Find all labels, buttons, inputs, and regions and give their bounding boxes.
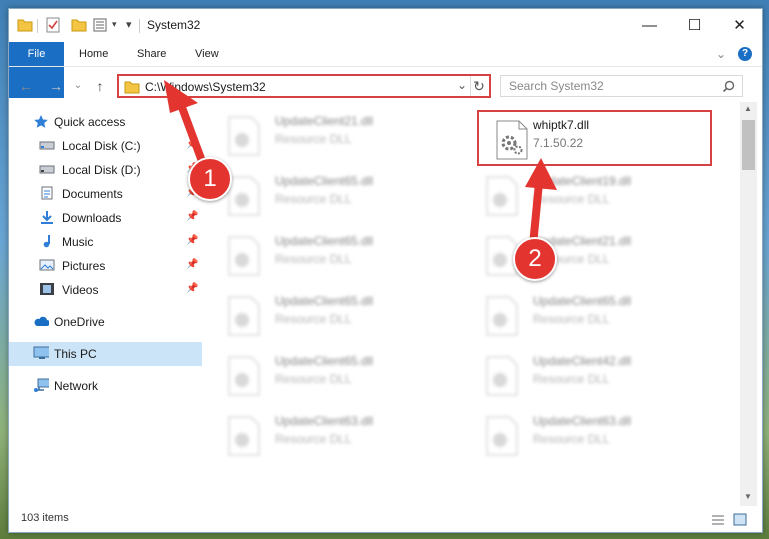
annotation-overlay [164,80,557,249]
step-1-badge: 1 [188,157,232,201]
arrow-1-head [164,80,198,113]
step-2-badge: 2 [513,237,557,281]
arrow-2-head [525,158,557,190]
arrow-2 [529,179,543,249]
